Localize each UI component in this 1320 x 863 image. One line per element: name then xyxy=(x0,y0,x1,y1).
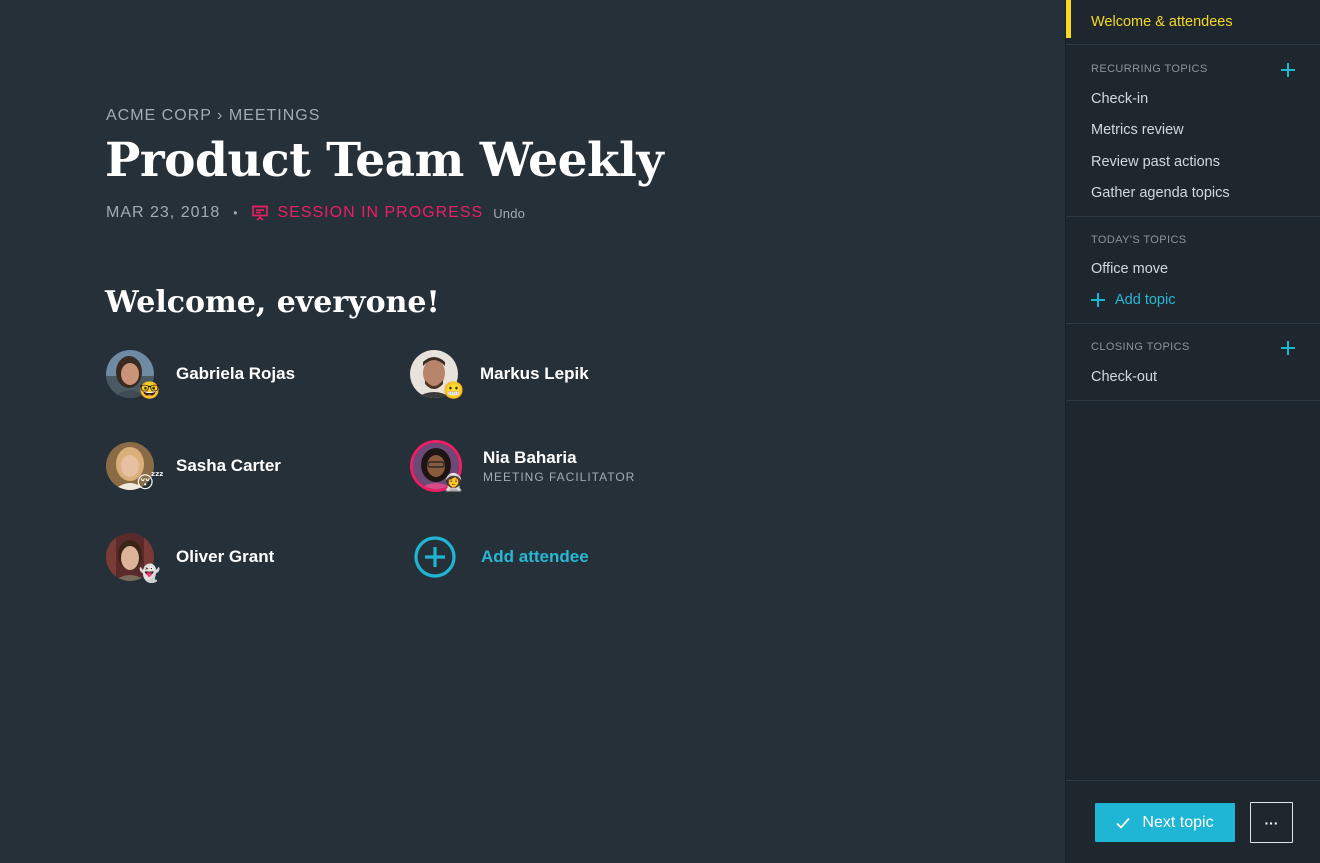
presentation-icon xyxy=(251,204,269,222)
avatar: 🤓 xyxy=(106,348,161,400)
next-topic-button[interactable]: Next topic xyxy=(1095,803,1235,842)
sidebar-item-welcome-attendees[interactable]: Welcome & attendees xyxy=(1066,0,1320,45)
add-topic-label: Add topic xyxy=(1115,292,1176,308)
sidebar-item-label: Welcome & attendees xyxy=(1091,14,1233,30)
mood-emoji: 👻 xyxy=(139,563,161,583)
sidebar-item-check-out[interactable]: Check-out xyxy=(1091,369,1157,385)
avatar: 👻 xyxy=(106,531,161,583)
attendee-name: Sasha Carter xyxy=(176,456,281,475)
attendee-nia-baharia[interactable]: 👩‍🚀 Nia Baharia MEETING FACILITATOR xyxy=(410,439,635,493)
plus-circle-icon xyxy=(414,536,456,578)
meeting-date: MAR 23, 2018 xyxy=(106,204,221,221)
sidebar-footer: Next topic ··· xyxy=(1066,780,1320,863)
add-attendee-button[interactable]: Add attendee xyxy=(410,530,589,584)
sidebar-item-metrics-review[interactable]: Metrics review xyxy=(1091,122,1184,138)
attendee-name: Markus Lepik xyxy=(480,364,589,383)
mood-emoji: 👩‍🚀 xyxy=(443,472,465,492)
attendee-name: Oliver Grant xyxy=(176,547,275,566)
meeting-meta: MAR 23, 2018 • SESSION IN PROGRESS Undo xyxy=(106,202,525,224)
recurring-topics-heading: RECURRING TOPICS xyxy=(1091,63,1208,75)
sidebar-item-check-in[interactable]: Check-in xyxy=(1091,91,1148,107)
more-options-button[interactable]: ··· xyxy=(1250,802,1293,843)
add-recurring-topic-plus-icon[interactable] xyxy=(1280,62,1296,78)
avatar: 😴 xyxy=(106,440,164,492)
plus-icon xyxy=(1091,293,1105,307)
sidebar-item-office-move[interactable]: Office move xyxy=(1091,261,1168,277)
closing-topics-heading: CLOSING TOPICS xyxy=(1091,341,1190,353)
attendee-name: Nia Baharia xyxy=(483,448,577,467)
meta-separator: • xyxy=(233,206,239,220)
attendee-markus-lepik[interactable]: 😬 Markus Lepik xyxy=(410,347,589,401)
attendee-role: MEETING FACILITATOR xyxy=(483,470,636,484)
checkmark-icon xyxy=(1116,817,1131,829)
add-closing-topic-plus-icon[interactable] xyxy=(1280,340,1296,356)
sidebar-item-gather-agenda-topics[interactable]: Gather agenda topics xyxy=(1091,185,1230,201)
breadcrumb[interactable]: ACME CORP › MEETINGS xyxy=(106,107,320,125)
avatar: 👩‍🚀 xyxy=(410,440,465,492)
avatar: 😬 xyxy=(410,348,465,400)
session-status: SESSION IN PROGRESS xyxy=(277,204,484,221)
add-topic-button[interactable]: Add topic xyxy=(1091,292,1175,308)
closing-topics-section: CLOSING TOPICS Check-out xyxy=(1066,324,1320,401)
mood-emoji: 😬 xyxy=(443,380,465,400)
attendee-name: Gabriela Rojas xyxy=(176,364,296,383)
main-content: ACME CORP › MEETINGS Product Team Weekly… xyxy=(0,0,1065,863)
attendee-gabriela-rojas[interactable]: 🤓 Gabriela Rojas xyxy=(106,347,295,401)
page-title: Product Team Weekly xyxy=(105,133,664,188)
mood-emoji: 🤓 xyxy=(139,380,161,400)
active-indicator xyxy=(1066,0,1071,38)
undo-link[interactable]: Undo xyxy=(493,206,525,221)
todays-topics-heading: TODAY'S TOPICS xyxy=(1091,234,1187,246)
agenda-sidebar: Welcome & attendees RECURRING TOPICS Che… xyxy=(1065,0,1320,863)
attendee-sasha-carter[interactable]: 😴 Sasha Carter xyxy=(106,439,281,493)
todays-topics-section: TODAY'S TOPICS Office move Add topic xyxy=(1066,217,1320,324)
sidebar-item-review-past-actions[interactable]: Review past actions xyxy=(1091,154,1220,170)
attendee-oliver-grant[interactable]: 👻 Oliver Grant xyxy=(106,530,274,584)
welcome-heading: Welcome, everyone! xyxy=(105,285,440,320)
next-topic-label: Next topic xyxy=(1142,813,1214,831)
add-attendee-label: Add attendee xyxy=(481,547,589,566)
recurring-topics-section: RECURRING TOPICS Check-in Metrics review… xyxy=(1066,45,1320,217)
mood-emoji: 😴 xyxy=(136,472,164,492)
